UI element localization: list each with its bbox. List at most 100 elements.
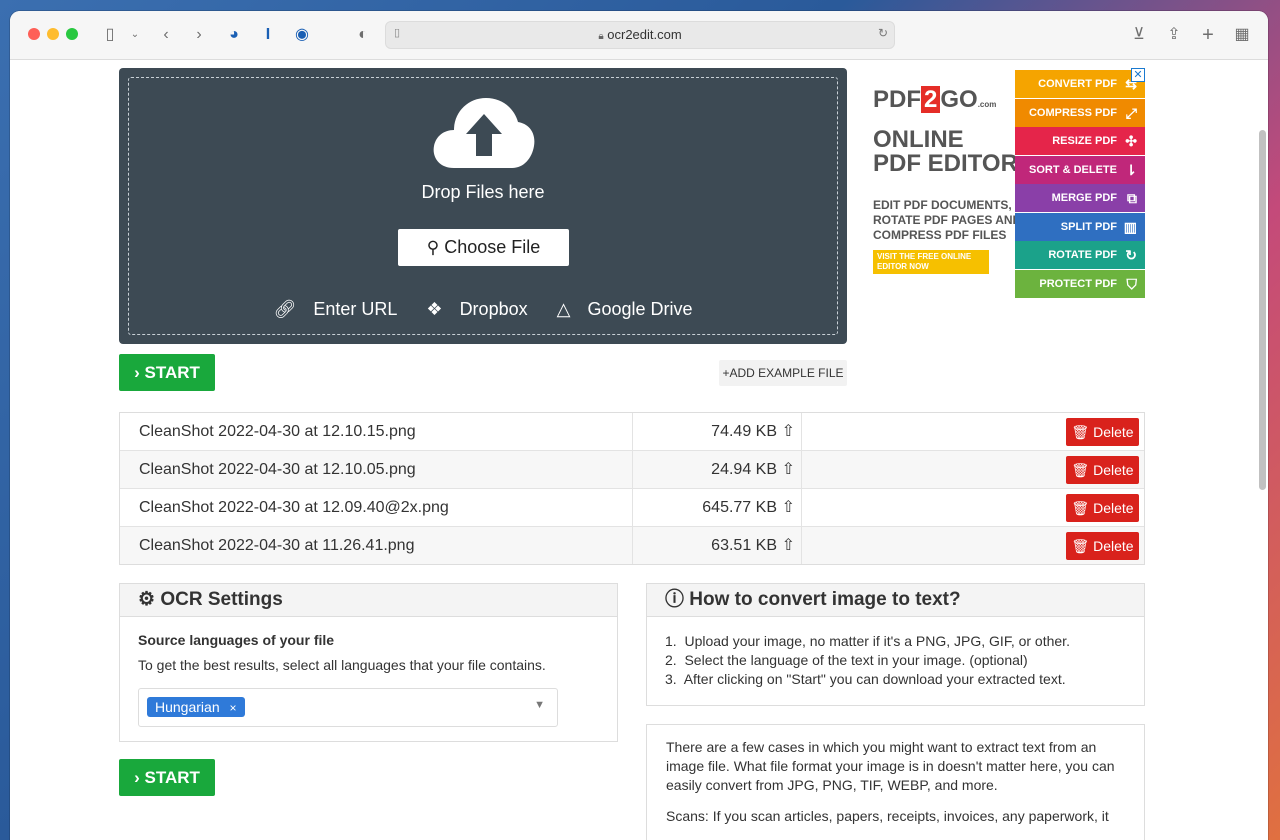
search-icon: ⚲ — [426, 238, 440, 257]
howto-step-text: Upload your image, no matter if it's a P… — [684, 633, 1070, 649]
delete-label: Delete — [1093, 462, 1134, 478]
howto-header: ⓘ How to convert image to text? — [647, 584, 1144, 617]
language-tag-label: Hungarian — [155, 699, 220, 715]
source-languages-label: Source languages of your file — [138, 632, 335, 648]
ad-menu-label: COMPRESS PDF — [1028, 106, 1117, 119]
drop-zone[interactable]: Drop Files here ⚲ Choose File 🔗︎ Enter U… — [128, 77, 838, 335]
extension-icon[interactable]: I — [257, 24, 279, 46]
ad-title-line: ONLINE — [873, 126, 964, 153]
upload-area[interactable]: Drop Files here ⚲ Choose File 🔗︎ Enter U… — [119, 68, 847, 344]
chevron-right-icon: › — [134, 363, 140, 382]
delete-button[interactable]: 🗑︎ Delete — [1066, 532, 1139, 560]
ad-menu-item[interactable]: ROTATE PDF ↻ — [1015, 241, 1145, 269]
advertisement[interactable]: PDF 2 GO.com ONLINE PDF EDITOR EDIT PDF DOC… — [873, 68, 1145, 300]
ad-close-icon[interactable]: ✕ — [1131, 68, 1145, 82]
password-manager-icon[interactable]: ◉ — [291, 24, 313, 46]
shield-icon[interactable]: ◐ — [352, 24, 374, 46]
start-label: START — [144, 363, 200, 382]
start-button[interactable]: › START — [119, 354, 215, 391]
ad-logo-pre: PDF — [873, 86, 921, 113]
browser-window: ▯ ⌄ ‹ › ◕ I ◉ ◐ ▯ 🔒︎ ocr2edit.com ↻ ⊻ ⇪ … — [10, 11, 1268, 840]
close-window-button[interactable] — [28, 28, 40, 40]
ad-title: ONLINE PDF EDITOR — [873, 128, 1018, 176]
ad-menu-item[interactable]: SORT & DELETE ⇂ — [1015, 155, 1145, 184]
howto-steps: 1. Upload your image, no matter if it's … — [665, 632, 1070, 689]
reload-icon[interactable]: ↻ — [878, 26, 888, 40]
ad-sub-line: ROTATE PDF PAGES AND — [873, 213, 1022, 227]
chevron-right-icon: › — [134, 768, 140, 787]
upload-icon[interactable]: ⇧ — [782, 413, 795, 450]
language-select[interactable]: Hungarian × ▼ — [138, 688, 558, 727]
delete-button[interactable]: 🗑︎ Delete — [1066, 418, 1139, 446]
info-icon: ⓘ — [665, 589, 685, 610]
google-drive-label: Google Drive — [587, 299, 693, 319]
howto-step-text: After clicking on "Start" you can downlo… — [683, 671, 1066, 687]
download-icon[interactable]: ⊻ — [1128, 24, 1150, 46]
howto-step: 3. After clicking on "Start" you can dow… — [665, 671, 1066, 687]
back-icon[interactable]: ‹ — [155, 24, 177, 46]
upload-sources: 🔗︎ Enter URL ❖ Dropbox △ Google Drive — [129, 299, 837, 320]
ad-cta-button[interactable]: VISIT THE FREE ONLINE EDITOR NOW — [873, 250, 989, 274]
delete-button[interactable]: 🗑︎ Delete — [1066, 456, 1139, 484]
chevron-down-icon[interactable]: ⌄ — [124, 24, 146, 46]
upload-icon[interactable]: ⇧ — [782, 451, 795, 488]
gears-icon: ⚙ — [138, 589, 156, 610]
forward-icon[interactable]: › — [188, 24, 210, 46]
delete-label: Delete — [1093, 500, 1134, 516]
delete-button[interactable]: 🗑︎ Delete — [1066, 494, 1139, 522]
sidebar-icon[interactable]: ▯ — [99, 24, 121, 46]
ad-menu-item[interactable]: SPLIT PDF ▥ — [1015, 212, 1145, 241]
file-size: 63.51 KB — [711, 537, 777, 554]
file-size: 74.49 KB — [711, 423, 777, 440]
file-name: CleanShot 2022-04-30 at 12.09.40@2x.png — [139, 499, 449, 516]
delete-label: Delete — [1093, 424, 1134, 440]
new-tab-icon[interactable]: + — [1197, 24, 1219, 46]
ad-sub-line: COMPRESS PDF FILES — [873, 228, 1007, 242]
file-size-cell: 645.77 KB ⇧ — [632, 489, 802, 526]
remove-tag-icon[interactable]: × — [230, 701, 237, 715]
ad-menu-label: MERGE PDF — [1051, 192, 1117, 204]
file-list: CleanShot 2022-04-30 at 12.10.15.png 74.4… — [119, 412, 1145, 565]
ad-menu-label: ROTATE PDF — [1048, 249, 1117, 261]
tab-overview-icon[interactable]: ▦ — [1231, 24, 1253, 46]
enter-url-button[interactable]: 🔗︎ Enter URL — [267, 299, 403, 319]
google-drive-button[interactable]: △ Google Drive — [551, 299, 699, 319]
ocr-settings-title: OCR Settings — [160, 589, 283, 610]
trash-icon: 🗑︎ — [1071, 500, 1090, 516]
extension-icon[interactable]: ◕ — [223, 24, 245, 46]
zoom-window-button[interactable] — [66, 28, 78, 40]
ad-subtitle: EDIT PDF DOCUMENTS, ROTATE PDF PAGES AND C… — [873, 198, 1021, 243]
upload-icon[interactable]: ⇧ — [782, 489, 795, 526]
dropbox-icon: ❖ — [426, 299, 443, 319]
file-size-cell: 24.94 KB ⇧ — [632, 451, 802, 488]
ad-menu-item[interactable]: COMPRESS PDF ⤢ — [1015, 98, 1145, 127]
ad-menu-item[interactable]: CONVERT PDF ⇆ — [1015, 70, 1145, 98]
file-row: CleanShot 2022-04-30 at 12.10.05.png 24.9… — [120, 451, 1144, 489]
choose-file-button[interactable]: ⚲ Choose File — [398, 229, 569, 266]
howto-step: 2. Select the language of the text in yo… — [665, 652, 1028, 668]
ad-menu-label: RESIZE PDF — [1052, 135, 1117, 147]
add-example-file-button[interactable]: +ADD EXAMPLE FILE — [719, 360, 847, 386]
file-row: CleanShot 2022-04-30 at 12.09.40@2x.png 6… — [120, 489, 1144, 527]
minimize-window-button[interactable] — [47, 28, 59, 40]
ad-menu-label: SORT & DELETE — [1028, 163, 1117, 176]
upload-icon[interactable]: ⇧ — [782, 527, 795, 564]
share-icon[interactable]: ⇪ — [1163, 24, 1185, 46]
info-paragraph: There are a few cases in which you might… — [666, 739, 1115, 793]
ad-logo-post: GO — [940, 86, 978, 113]
file-size-cell: 63.51 KB ⇧ — [632, 527, 802, 564]
chevron-down-icon[interactable]: ▼ — [534, 699, 545, 711]
ad-menu-item[interactable]: MERGE PDF ⧉ — [1015, 184, 1145, 212]
ocr-settings-header: ⚙ OCR Settings — [120, 584, 617, 617]
file-name: CleanShot 2022-04-30 at 12.10.05.png — [139, 461, 416, 478]
ad-menu-item[interactable]: RESIZE PDF ✣ — [1015, 127, 1145, 155]
ad-sub-line: EDIT PDF DOCUMENTS, — [873, 198, 1012, 212]
trash-icon: 🗑︎ — [1071, 538, 1090, 554]
scrollbar[interactable] — [1259, 130, 1266, 490]
add-example-label: ADD EXAMPLE FILE — [729, 366, 844, 380]
drop-files-text: Drop Files here — [421, 182, 545, 202]
address-bar[interactable]: ▯ 🔒︎ ocr2edit.com ↻ — [385, 21, 895, 49]
start-button-bottom[interactable]: › START — [119, 759, 215, 796]
dropbox-button[interactable]: ❖ Dropbox — [420, 299, 533, 319]
ad-menu-item[interactable]: PROTECT PDF ⛉ — [1015, 269, 1145, 298]
